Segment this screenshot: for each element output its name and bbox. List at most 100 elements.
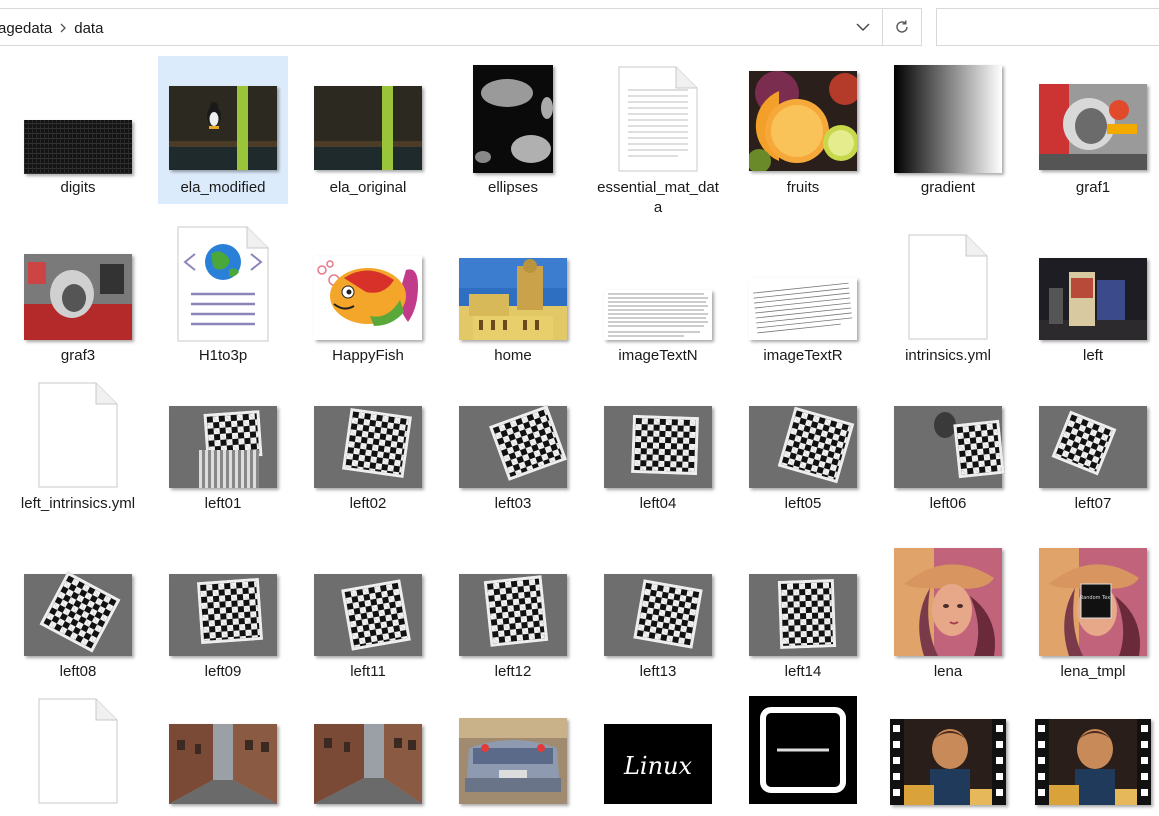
file-item[interactable]: digits <box>13 56 143 204</box>
file-item[interactable]: left11 <box>303 540 433 688</box>
file-thumbnail <box>738 372 868 490</box>
file-thumbnail <box>1028 688 1158 806</box>
file-item[interactable]: left03 <box>448 372 578 520</box>
refresh-button[interactable] <box>882 9 921 45</box>
file-item[interactable]: H1to3p <box>158 224 288 372</box>
file-item-selected[interactable]: ela_modified <box>158 56 288 204</box>
video-file-thumbnail <box>890 719 1006 805</box>
file-name: left06 <box>929 495 967 512</box>
file-thumbnail <box>13 372 143 490</box>
file-item[interactable]: left02 <box>303 372 433 520</box>
file-thumbnail <box>13 56 143 174</box>
file-item[interactable]: imageTextR <box>738 224 868 372</box>
file-item[interactable] <box>13 688 143 816</box>
file-item[interactable]: Random Text lena_tmpl <box>1028 540 1158 688</box>
file-item[interactable]: HappyFish <box>303 224 433 372</box>
document-icon <box>618 66 698 172</box>
file-thumbnail <box>738 56 868 174</box>
file-thumbnail <box>158 224 288 342</box>
file-thumbnail <box>13 224 143 342</box>
file-name: left14 <box>784 663 822 680</box>
file-item[interactable]: essential_mat_data <box>593 56 723 216</box>
file-item[interactable] <box>883 688 1013 816</box>
file-item[interactable]: left09 <box>158 540 288 688</box>
file-name: fruits <box>786 179 820 196</box>
random-text-label: Random Text <box>1080 595 1112 601</box>
file-item[interactable] <box>448 688 578 816</box>
file-thumbnail <box>448 372 578 490</box>
blank-file-icon <box>908 234 988 340</box>
blank-file-icon <box>38 698 118 804</box>
file-item[interactable]: left13 <box>593 540 723 688</box>
file-item[interactable]: left <box>1028 224 1158 372</box>
file-item[interactable]: ellipses <box>448 56 578 204</box>
file-item[interactable]: graf1 <box>1028 56 1158 204</box>
file-name: H1to3p <box>198 347 248 364</box>
file-item[interactable] <box>738 688 868 816</box>
address-history-button[interactable] <box>844 9 882 45</box>
chevron-right-icon[interactable] <box>52 23 74 33</box>
file-thumbnail <box>1028 224 1158 342</box>
file-item[interactable]: lena <box>883 540 1013 688</box>
file-name: left09 <box>204 663 242 680</box>
file-item[interactable]: left07 <box>1028 372 1158 520</box>
file-name: lena <box>933 663 963 680</box>
file-item[interactable]: left_intrinsics.yml <box>13 372 143 520</box>
address-bar[interactable]: agedata data <box>0 8 922 46</box>
file-name: essential_mat_data <box>597 179 719 216</box>
file-name: imageTextR <box>763 347 843 364</box>
address-toolbar: agedata data <box>0 0 1159 56</box>
file-thumbnail <box>883 540 1013 658</box>
file-item[interactable] <box>303 688 433 816</box>
file-thumbnail: Random Text <box>1028 540 1158 658</box>
file-item[interactable]: left04 <box>593 372 723 520</box>
file-item[interactable]: left12 <box>448 540 578 688</box>
file-thumbnail <box>158 56 288 174</box>
file-name: ela_modified <box>180 179 266 196</box>
file-thumbnail <box>738 540 868 658</box>
file-thumbnail <box>13 540 143 658</box>
file-item[interactable] <box>1028 688 1158 816</box>
file-name: left12 <box>494 663 532 680</box>
file-thumbnail <box>883 56 1013 174</box>
breadcrumb-current[interactable]: data <box>74 20 103 37</box>
file-item[interactable]: graf3 <box>13 224 143 372</box>
file-item[interactable]: left08 <box>13 540 143 688</box>
file-name: lena_tmpl <box>1060 663 1126 680</box>
file-thumbnail <box>738 224 868 342</box>
file-item[interactable]: left14 <box>738 540 868 688</box>
file-name: graf1 <box>1075 179 1111 196</box>
file-item[interactable]: gradient <box>883 56 1013 204</box>
breadcrumb: agedata data <box>0 9 103 47</box>
file-item[interactable] <box>158 688 288 816</box>
file-item[interactable]: left01 <box>158 372 288 520</box>
file-thumbnail <box>883 372 1013 490</box>
file-thumbnail: Linux <box>593 688 723 806</box>
file-name: left08 <box>59 663 97 680</box>
file-thumbnail <box>448 56 578 174</box>
file-thumbnail <box>448 540 578 658</box>
file-thumbnail <box>738 688 868 806</box>
file-name: home <box>494 347 532 364</box>
file-item[interactable]: intrinsics.yml <box>883 224 1013 372</box>
file-name: HappyFish <box>332 347 404 364</box>
breadcrumb-parent[interactable]: agedata <box>0 20 52 37</box>
file-thumbnail <box>13 688 143 806</box>
file-item[interactable]: left06 <box>883 372 1013 520</box>
file-item[interactable]: fruits <box>738 56 868 204</box>
file-item[interactable]: home <box>448 224 578 372</box>
file-thumbnail <box>303 372 433 490</box>
file-thumbnail <box>883 688 1013 806</box>
file-thumbnail <box>303 224 433 342</box>
file-name: digits <box>60 179 96 196</box>
file-item[interactable]: Linux <box>593 688 723 816</box>
search-input[interactable] <box>936 8 1159 46</box>
file-name: graf3 <box>60 347 96 364</box>
file-item[interactable]: imageTextN <box>593 224 723 372</box>
file-thumbnail <box>303 540 433 658</box>
file-name: ellipses <box>487 179 539 196</box>
file-thumbnail <box>158 688 288 806</box>
file-name: left02 <box>349 495 387 512</box>
file-item[interactable]: ela_original <box>303 56 433 204</box>
file-item[interactable]: left05 <box>738 372 868 520</box>
